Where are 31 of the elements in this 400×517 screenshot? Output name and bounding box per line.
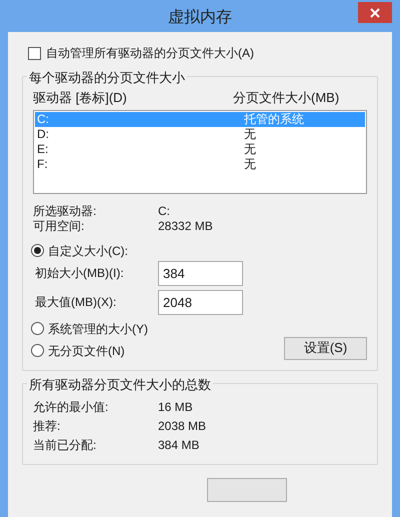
total-value: 384 MB — [158, 436, 200, 454]
close-icon — [370, 8, 380, 18]
radio-button[interactable] — [31, 244, 44, 257]
radio-button[interactable] — [31, 322, 44, 335]
drive-row[interactable]: E: 无 — [35, 142, 365, 156]
total-value: 16 MB — [158, 398, 193, 416]
checkbox-label: 自动管理所有驱动器的分页文件大小(A) — [46, 45, 254, 62]
input-field[interactable]: 384 — [158, 260, 243, 286]
window-title: 虚拟内存 — [168, 8, 232, 28]
radio-label: 系统管理的大小(Y) — [48, 320, 148, 338]
drive-row[interactable]: D: 无 — [35, 126, 365, 142]
field-label: 最大值(MB)(X): — [34, 294, 118, 311]
total-label: 当前已分配: — [33, 436, 98, 454]
info-value: 28332 MB — [158, 218, 213, 235]
total-label: 允许的最小值: — [33, 398, 110, 416]
total-label: 推荐: — [33, 418, 62, 434]
input-field[interactable]: 2048 — [158, 290, 243, 314]
column-header: 驱动器 [卷标](D) — [33, 89, 128, 107]
info-label: 可用空间: — [33, 218, 86, 235]
radio-label: 无分页文件(N) — [48, 342, 125, 360]
column-header: 分页文件大小(MB) — [233, 89, 340, 107]
checkbox[interactable] — [28, 46, 41, 60]
field-label: 初始大小(MB)(I): — [34, 265, 125, 282]
radio-label: 自定义大小(C): — [48, 242, 128, 260]
set-button[interactable]: 设置(S) — [284, 336, 367, 360]
info-label: 所选驱动器: — [33, 203, 98, 220]
info-value: C: — [158, 203, 170, 220]
total-value: 2038 MB — [158, 418, 206, 434]
radio-button[interactable] — [31, 344, 44, 357]
close-button[interactable] — [358, 2, 392, 23]
drive-row[interactable]: F: 无 — [35, 156, 365, 172]
